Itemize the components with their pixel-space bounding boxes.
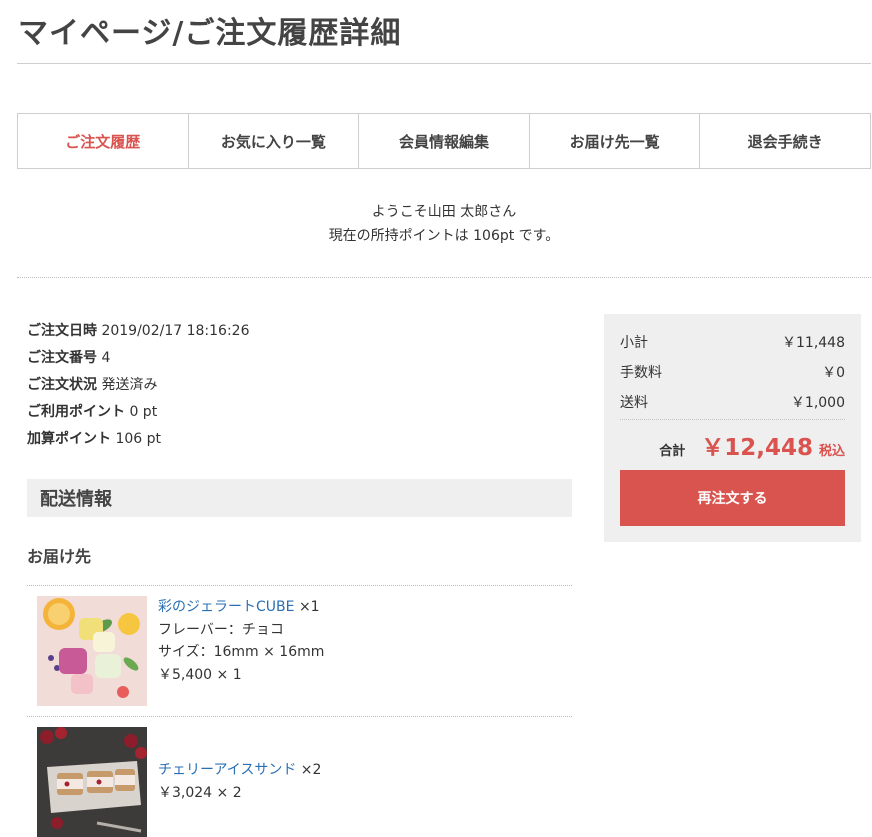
order-date-value: 2019/02/17 18:16:26 (101, 323, 250, 339)
item-divider (27, 716, 572, 717)
order-info: ご注文日時 2019/02/17 18:16:26 ご注文番号 4 ご注文状況 … (27, 318, 249, 453)
item-price: ￥5,400 × 1 (158, 666, 242, 683)
tab-favorites[interactable]: お気に入り一覧 (187, 114, 359, 168)
gelato-photo-icon[interactable] (37, 596, 147, 706)
order-summary-panel: 小計 ￥11,448 手数料 ￥0 送料 ￥1,000 合計 ￥12,448 税… (604, 314, 861, 542)
order-number-value: 4 (101, 350, 111, 366)
page-title: マイページ/ご注文履歴詳細 (18, 16, 402, 51)
subtotal-row: 小計 ￥11,448 (620, 332, 845, 352)
mypage-tabs: ご注文履歴 お気に入り一覧 会員情報編集 お届け先一覧 退会手続き (17, 113, 871, 169)
used-points-row: ご利用ポイント 0 pt (27, 399, 249, 426)
shipping-fee-row: 送料 ￥1,000 (620, 392, 845, 412)
points-balance: 現在の所持ポイントは 106pt です。 (328, 228, 560, 244)
fee-label: 手数料 (620, 365, 662, 381)
item-name-link[interactable]: 彩のジェラートCUBE (158, 599, 294, 615)
item-details: チェリーアイスサンド ×2 ￥3,024 × 2 (158, 727, 321, 837)
order-item: 彩のジェラートCUBE ×1 フレーバー：チョコ サイズ：16mm × 16mm… (37, 596, 324, 706)
tax-included-label: 税込 (818, 444, 845, 459)
order-date-row: ご注文日時 2019/02/17 18:16:26 (27, 318, 249, 345)
reorder-button[interactable]: 再注文する (620, 470, 845, 526)
used-points-value: 0 pt (129, 404, 158, 420)
item-name-row: チェリーアイスサンド ×2 (158, 759, 321, 782)
subtotal-label: 小計 (620, 335, 648, 351)
total-value: ￥12,448 (701, 435, 813, 461)
fee-row: 手数料 ￥0 (620, 362, 845, 382)
added-points-label: 加算ポイント (27, 431, 111, 447)
item-flavor: フレーバー：チョコ (158, 621, 284, 638)
welcome-greeting: ようこそ山田 太郎さん (371, 204, 517, 220)
total-label: 合計 (659, 444, 686, 459)
item-details: 彩のジェラートCUBE ×1 フレーバー：チョコ サイズ：16mm × 16mm… (158, 596, 324, 706)
total-row: 合計 ￥12,448 税込 (659, 428, 845, 462)
order-number-label: ご注文番号 (27, 350, 97, 366)
used-points-label: ご利用ポイント (27, 404, 125, 420)
order-item: チェリーアイスサンド ×2 ￥3,024 × 2 (37, 727, 321, 837)
tab-member-edit[interactable]: 会員情報編集 (358, 114, 529, 168)
order-status-label: ご注文状況 (27, 377, 97, 393)
destination-heading: お届け先 (27, 547, 92, 566)
item-price: ￥3,024 × 2 (158, 784, 242, 801)
item-quantity: ×1 (298, 599, 320, 615)
order-date-label: ご注文日時 (27, 323, 97, 339)
title-divider (17, 63, 871, 64)
item-name-link[interactable]: チェリーアイスサンド (158, 762, 296, 778)
order-number-row: ご注文番号 4 (27, 345, 249, 372)
fee-value: ￥0 (822, 365, 845, 381)
ice-sandwich-photo-icon[interactable] (37, 727, 147, 837)
added-points-row: 加算ポイント 106 pt (27, 426, 249, 453)
subtotal-value: ￥11,448 (782, 335, 845, 351)
section-divider (17, 277, 871, 278)
item-divider (27, 585, 572, 586)
shipping-section-title: 配送情報 (27, 479, 572, 517)
tab-order-history[interactable]: ご注文履歴 (18, 114, 188, 168)
order-status-row: ご注文状況 発送済み (27, 372, 249, 399)
welcome-message: ようこそ山田 太郎さん 現在の所持ポイントは 106pt です。 (0, 200, 872, 248)
shipping-fee-label: 送料 (620, 395, 648, 411)
tab-withdraw[interactable]: 退会手続き (699, 114, 870, 168)
summary-divider (620, 419, 845, 420)
tab-delivery-addresses[interactable]: お届け先一覧 (528, 114, 700, 168)
item-name-row: 彩のジェラートCUBE ×1 (158, 596, 324, 619)
order-status-value: 発送済み (101, 377, 158, 393)
item-size: サイズ：16mm × 16mm (158, 644, 325, 660)
added-points-value: 106 pt (115, 431, 162, 447)
shipping-fee-value: ￥1,000 (790, 395, 845, 411)
item-quantity: ×2 (300, 762, 322, 778)
